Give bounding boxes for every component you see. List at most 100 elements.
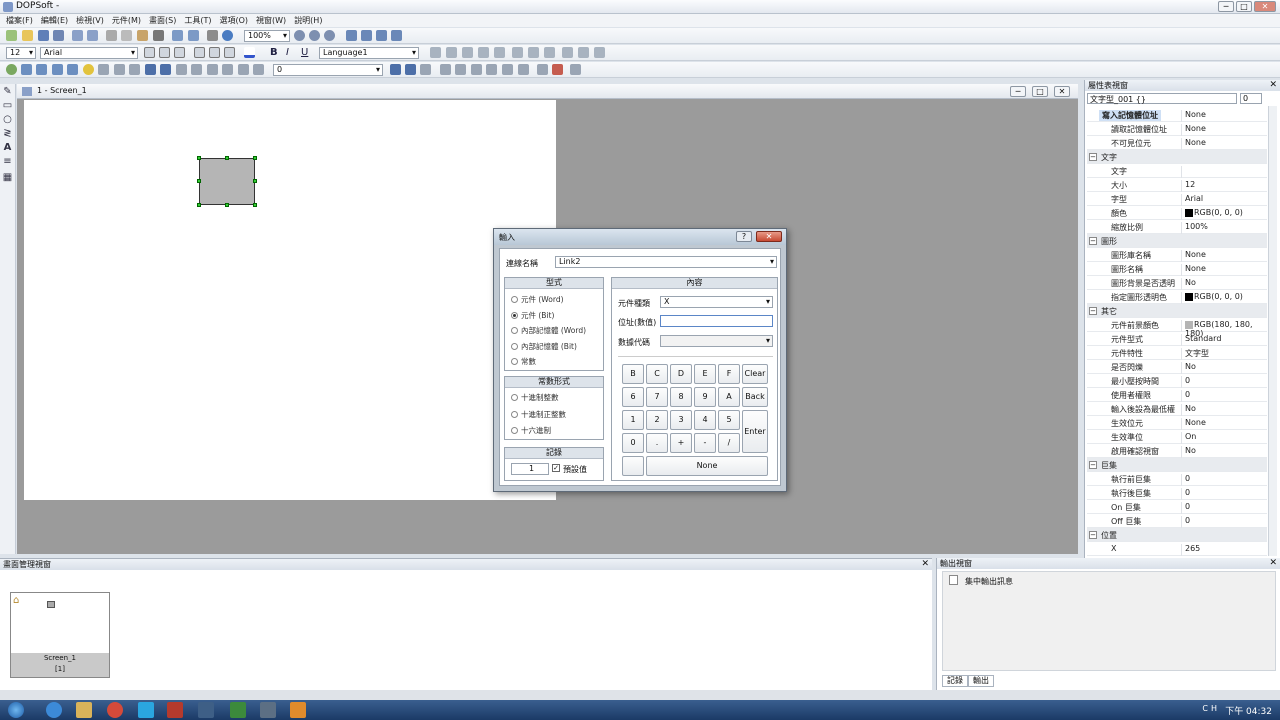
polyline-icon[interactable]: ≷: [2, 128, 13, 139]
menu-tools[interactable]: 工具(T): [182, 15, 213, 26]
key-8[interactable]: 8: [670, 387, 692, 407]
property-value[interactable]: None: [1181, 264, 1267, 276]
pipe-element-icon[interactable]: [52, 64, 63, 75]
group-icon[interactable]: [594, 47, 605, 58]
distribute-h-icon[interactable]: [512, 47, 523, 58]
resize-handle[interactable]: [197, 179, 201, 183]
paste-icon[interactable]: [137, 30, 148, 41]
object-index[interactable]: 0: [1240, 93, 1262, 104]
property-row[interactable]: 圖形背景是否透明 No: [1087, 276, 1267, 290]
enter-key[interactable]: Enter: [742, 410, 768, 453]
line-tool-icon[interactable]: [430, 47, 441, 58]
font-name-select[interactable]: Arial: [40, 47, 138, 59]
type-option-constant[interactable]: 常數: [511, 356, 536, 367]
redo-icon[interactable]: [87, 30, 98, 41]
key-3[interactable]: 3: [670, 410, 692, 430]
none-key[interactable]: None: [646, 456, 768, 476]
property-value[interactable]: No: [1181, 278, 1267, 290]
output-item[interactable]: 集中輸出訊息: [965, 576, 1013, 587]
info-icon[interactable]: [222, 30, 233, 41]
property-value[interactable]: 265: [1181, 544, 1267, 556]
property-value[interactable]: Arial: [1181, 194, 1267, 206]
property-value[interactable]: 0: [1181, 474, 1267, 486]
property-row[interactable]: 執行前巨集 0: [1087, 472, 1267, 486]
property-row[interactable]: 大小 12: [1087, 178, 1267, 192]
app-green-icon[interactable]: [230, 702, 246, 718]
resize-handle[interactable]: [225, 156, 229, 160]
ie-icon[interactable]: [46, 702, 62, 718]
object-select[interactable]: 文字型_001 {}: [1087, 93, 1237, 104]
align-right-icon[interactable]: [478, 47, 489, 58]
close-button[interactable]: ✕: [1254, 1, 1276, 12]
property-row[interactable]: 最小壓按時間 0: [1087, 374, 1267, 388]
property-value[interactable]: None: [1181, 138, 1267, 150]
text-tool-icon[interactable]: A: [2, 142, 13, 153]
device-type-select[interactable]: X: [660, 296, 773, 308]
bold-icon[interactable]: B: [270, 47, 278, 58]
resize-handle[interactable]: [253, 156, 257, 160]
find-icon[interactable]: [153, 30, 164, 41]
rectangle-icon[interactable]: ▭: [2, 100, 13, 111]
property-row[interactable]: 輸入後設為最低權 No: [1087, 402, 1267, 416]
text-top-icon[interactable]: [194, 47, 205, 58]
screen-restore-button[interactable]: □: [1032, 86, 1048, 97]
property-row[interactable]: 元件特性 文字型: [1087, 346, 1267, 360]
collapse-icon[interactable]: −: [1089, 307, 1097, 315]
table-element-icon[interactable]: [238, 64, 249, 75]
sample-element-icon[interactable]: [222, 64, 233, 75]
tab-log[interactable]: 記錄: [942, 675, 968, 687]
key-B[interactable]: B: [622, 364, 644, 384]
send-back-icon[interactable]: [405, 64, 416, 75]
property-value[interactable]: None: [1181, 250, 1267, 262]
numeric-element-icon[interactable]: [145, 64, 156, 75]
screen-canvas[interactable]: [24, 100, 556, 500]
align-top-icon[interactable]: [494, 47, 505, 58]
pencil-icon[interactable]: ✎: [2, 86, 13, 97]
key-4[interactable]: 4: [694, 410, 716, 430]
property-row[interactable]: 生效準位 On: [1087, 430, 1267, 444]
property-category[interactable]: − 圖形: [1087, 234, 1267, 248]
button-element-icon[interactable]: [6, 64, 17, 75]
app-orange-icon[interactable]: [290, 702, 306, 718]
property-row[interactable]: 縮放比例 100%: [1087, 220, 1267, 234]
property-row[interactable]: Off 巨集 0: [1087, 514, 1267, 528]
macro-icon[interactable]: [537, 64, 548, 75]
property-value[interactable]: 0: [1181, 390, 1267, 402]
same-height-icon[interactable]: [562, 47, 573, 58]
copy-icon[interactable]: [121, 30, 132, 41]
move-left-icon[interactable]: [440, 64, 451, 75]
property-row[interactable]: 圖形庫名稱 None: [1087, 248, 1267, 262]
screen-manager-close-icon[interactable]: ✕: [921, 559, 929, 569]
key-E[interactable]: E: [694, 364, 716, 384]
property-value[interactable]: 100%: [1181, 222, 1267, 234]
rotate-left-icon[interactable]: [346, 30, 357, 41]
download-icon[interactable]: [188, 30, 199, 41]
property-row[interactable]: 元件前景顏色 RGB(180, 180, 180): [1087, 318, 1267, 338]
distribute-v-icon[interactable]: [528, 47, 539, 58]
property-value[interactable]: 0: [1181, 502, 1267, 514]
slider-element-icon[interactable]: [207, 64, 218, 75]
link-select[interactable]: Link2: [555, 256, 777, 268]
property-value[interactable]: No: [1181, 446, 1267, 458]
skype-icon[interactable]: [138, 702, 154, 718]
text-align-center-icon[interactable]: [159, 47, 170, 58]
properties-scrollbar[interactable]: [1268, 106, 1277, 556]
flip-icon[interactable]: [376, 30, 387, 41]
menu-window[interactable]: 視窗(W): [254, 15, 288, 26]
keypad-element-icon[interactable]: [176, 64, 187, 75]
key-+[interactable]: +: [670, 433, 692, 453]
menu-file[interactable]: 檔案(F): [4, 15, 35, 26]
blank-key[interactable]: [622, 456, 644, 476]
new-file-icon[interactable]: [6, 30, 17, 41]
property-row[interactable]: 讀取記憶體位址 None: [1087, 122, 1267, 136]
text-align-left-icon[interactable]: [144, 47, 155, 58]
property-value[interactable]: 12: [1181, 180, 1267, 192]
property-row[interactable]: 元件型式 Standard: [1087, 332, 1267, 346]
back-key[interactable]: Back: [742, 387, 768, 407]
property-value[interactable]: None: [1181, 110, 1267, 122]
collapse-icon[interactable]: −: [1089, 153, 1097, 161]
property-icon[interactable]: [420, 64, 431, 75]
rotate-right-icon[interactable]: [361, 30, 372, 41]
dopsoft-taskbar-icon[interactable]: [198, 702, 214, 718]
type-option-internal-word[interactable]: 內部記憶體 (Word): [511, 325, 586, 336]
